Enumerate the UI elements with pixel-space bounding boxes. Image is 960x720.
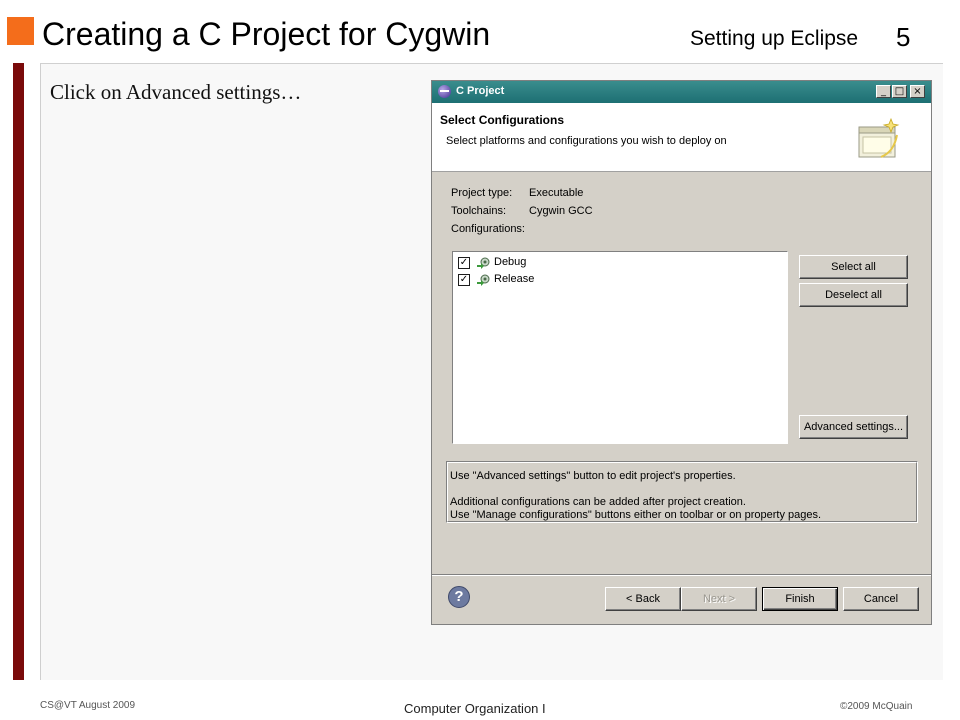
- project-type-value: Executable: [529, 187, 584, 199]
- c-project-dialog: C Project _ □ × Select Configurations Se…: [431, 80, 932, 625]
- info-line-3: Use "Manage configurations" buttons eith…: [450, 509, 822, 521]
- eclipse-icon: [438, 85, 451, 98]
- debug-label: Debug: [494, 256, 527, 268]
- footer-divider-highlight: [432, 575, 931, 576]
- instruction-text: Click on Advanced settings…: [50, 80, 302, 104]
- info-line-1: Use "Advanced settings" button to edit p…: [450, 470, 736, 482]
- footer-right: ©2009 McQuain: [840, 701, 913, 712]
- select-all-button[interactable]: Select all: [799, 255, 908, 279]
- dialog-titlebar[interactable]: C Project _ □ ×: [432, 81, 931, 103]
- release-checkbox[interactable]: ✓: [458, 274, 470, 286]
- project-type-label: Project type:: [451, 187, 513, 199]
- debug-checkbox[interactable]: ✓: [458, 257, 470, 269]
- release-label: Release: [494, 273, 535, 285]
- minimize-button[interactable]: _: [876, 85, 891, 98]
- close-button[interactable]: ×: [910, 85, 925, 98]
- maximize-button[interactable]: □: [892, 85, 907, 98]
- toolchains-value: Cygwin GCC: [529, 205, 593, 217]
- configurations-list[interactable]: ✓ Debug ✓ Release: [452, 251, 788, 444]
- list-item-debug[interactable]: ✓ Debug: [458, 255, 658, 271]
- back-button[interactable]: < Back: [605, 587, 681, 611]
- accent-square: [7, 17, 34, 45]
- gear-config-icon: [477, 257, 490, 269]
- footer-center: Computer Organization I: [404, 701, 546, 716]
- list-item-release[interactable]: ✓ Release: [458, 272, 658, 288]
- wizard-header: Select Configurations Select platforms a…: [432, 103, 931, 172]
- slide-number: 5: [896, 22, 911, 52]
- finish-button[interactable]: Finish: [762, 587, 838, 611]
- section-title: Setting up Eclipse: [690, 27, 859, 50]
- info-line-2: Additional configurations can be added a…: [450, 496, 746, 508]
- cancel-button[interactable]: Cancel: [843, 587, 919, 611]
- help-icon[interactable]: ?: [448, 586, 470, 608]
- wizard-page-title: Select Configurations: [440, 113, 565, 127]
- next-button[interactable]: Next >: [681, 587, 757, 611]
- gear-config-icon: [477, 274, 490, 286]
- deselect-all-button[interactable]: Deselect all: [799, 283, 908, 307]
- dialog-title: C Project: [456, 85, 505, 97]
- slide-title: Creating a C Project for Cygwin: [42, 16, 491, 52]
- footer-left: CS@VT August 2009: [40, 700, 136, 711]
- configurations-label: Configurations:: [451, 223, 525, 235]
- info-panel: Use "Advanced settings" button to edit p…: [446, 461, 918, 523]
- wizard-page-description: Select platforms and configurations you …: [446, 135, 727, 147]
- info-panel-inner: Use "Advanced settings" button to edit p…: [447, 462, 917, 522]
- sidebar-accent-bar: [13, 63, 24, 680]
- advanced-settings-button[interactable]: Advanced settings...: [799, 415, 908, 439]
- wizard-banner-icon: [858, 117, 900, 158]
- toolchains-label: Toolchains:: [451, 205, 507, 217]
